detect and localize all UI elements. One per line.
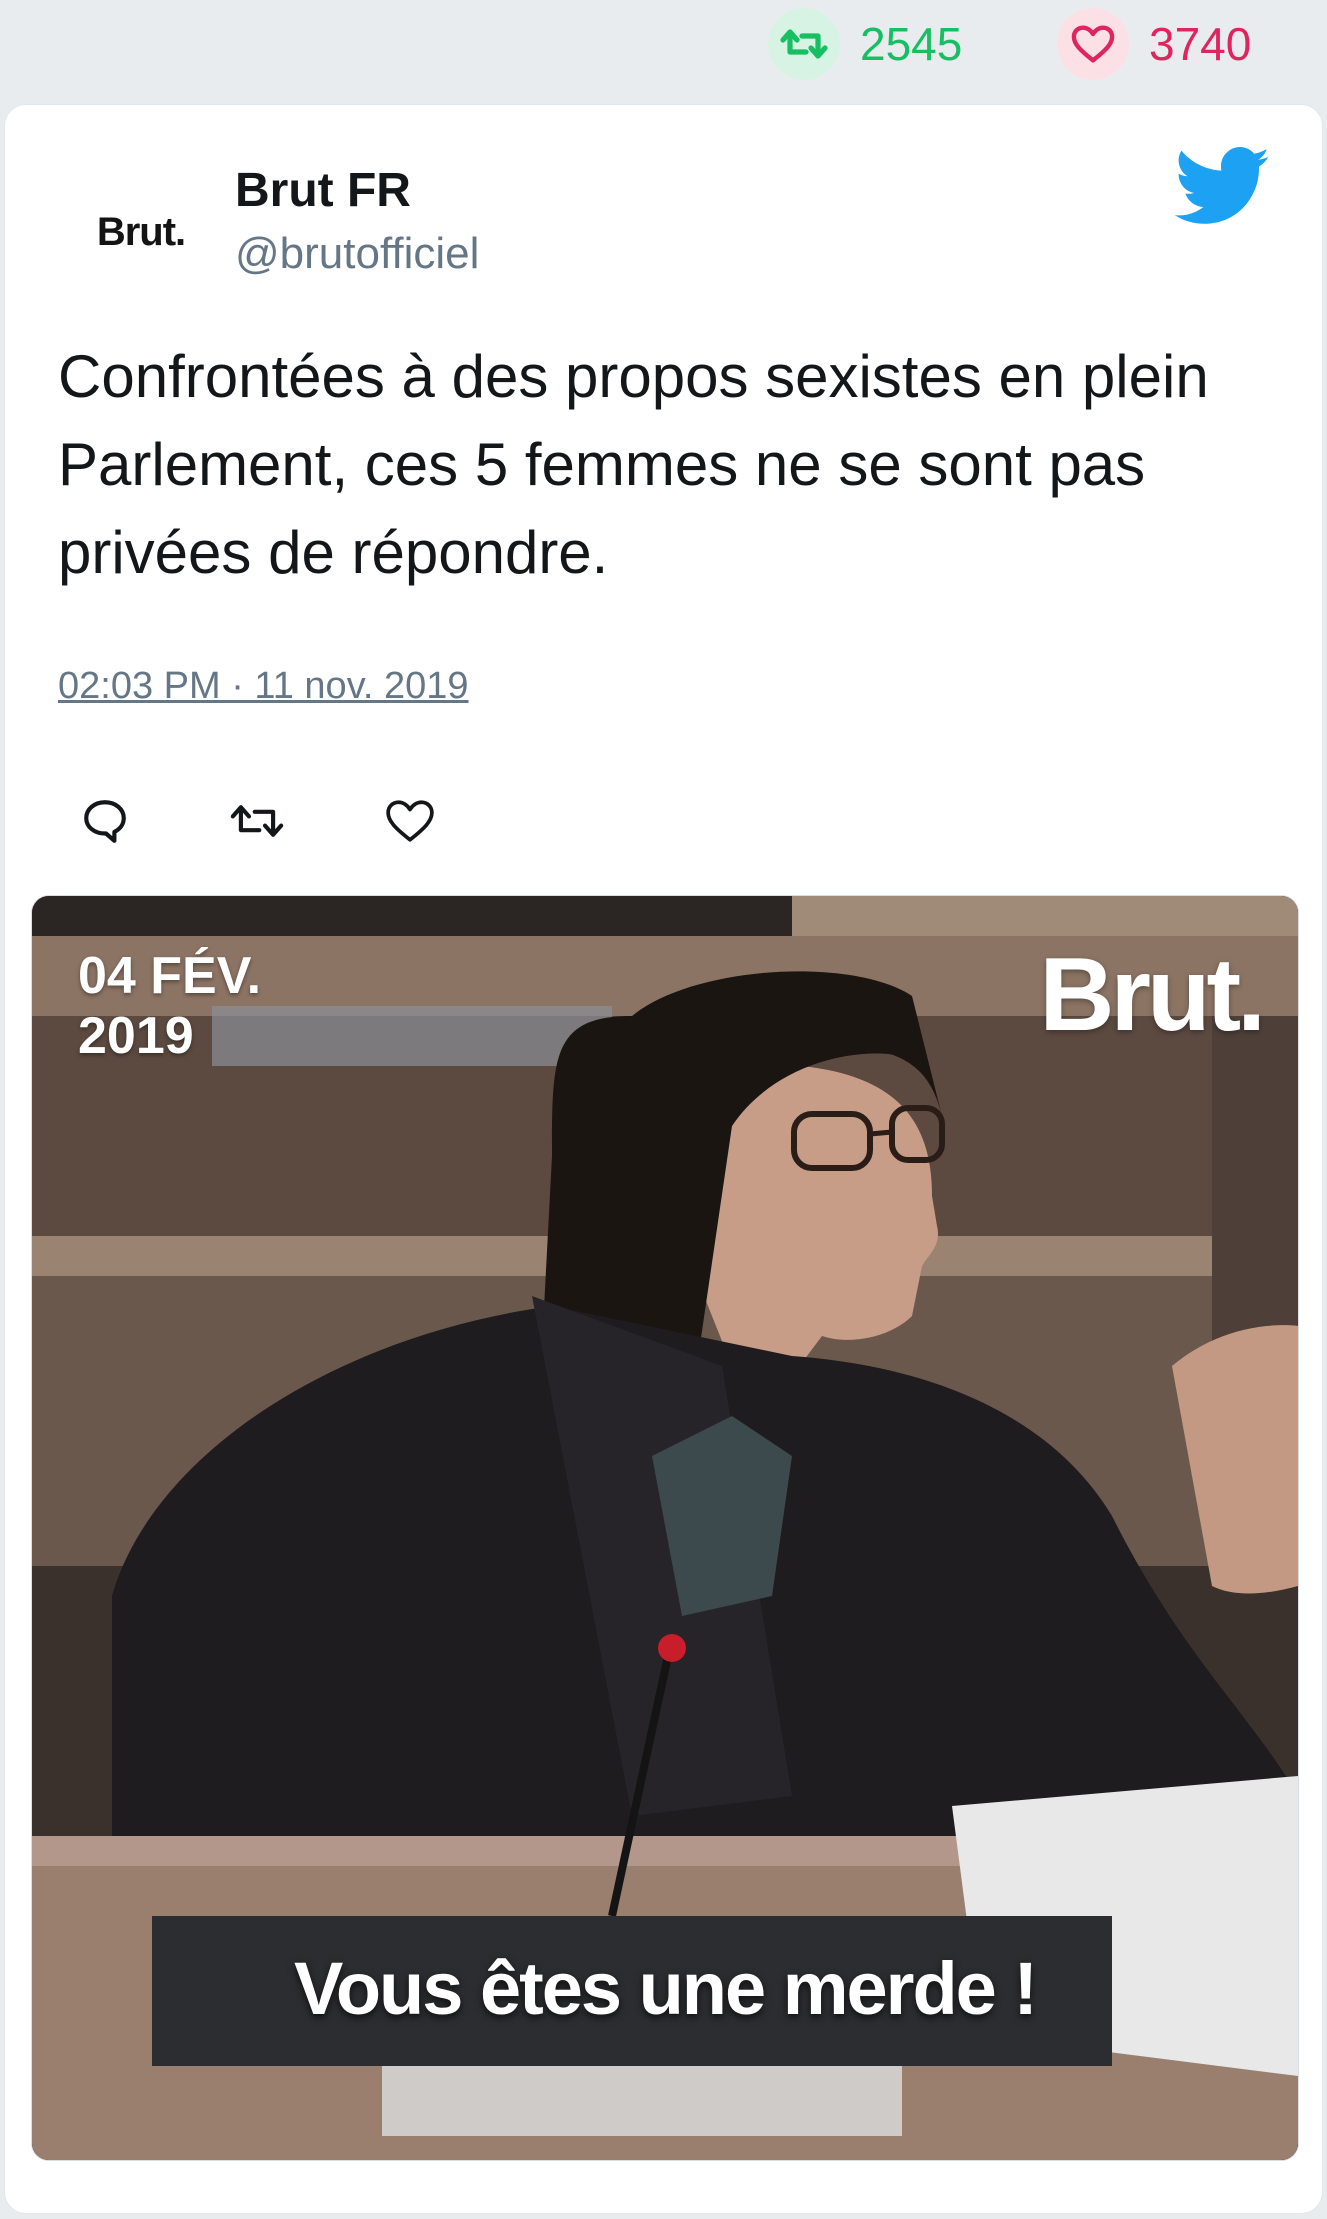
heart-icon	[1057, 8, 1129, 80]
reply-button[interactable]	[75, 791, 135, 851]
avatar[interactable]: Brut.	[61, 167, 221, 297]
like-button[interactable]	[380, 791, 440, 851]
tweet-video[interactable]: 04 FÉV. 2019 Brut. Vous êtes une merde !	[31, 895, 1299, 2161]
retweet-stat[interactable]: 2545	[768, 8, 962, 80]
heart-icon	[386, 800, 434, 842]
retweet-button[interactable]	[227, 791, 287, 851]
brut-logo-overlay: Brut.	[1039, 937, 1266, 1053]
reply-icon	[84, 800, 126, 843]
tweet-timestamp[interactable]: 02:03 PM · 11 nov. 2019	[58, 665, 469, 708]
retweet-icon	[230, 805, 284, 837]
like-count: 3740	[1149, 18, 1252, 70]
engagement-stats: 2545 3740	[0, 0, 1327, 90]
video-date-day: 04 FÉV.	[78, 947, 262, 1005]
retweet-count: 2545	[860, 18, 963, 70]
twitter-bird-icon[interactable]	[1175, 147, 1271, 227]
tweet-text: Confrontées à des propos sexistes en ple…	[58, 343, 1209, 586]
display-name[interactable]: Brut FR	[235, 163, 411, 218]
video-date-year: 2019	[78, 1007, 194, 1065]
user-handle[interactable]: @brutofficiel	[235, 229, 479, 279]
tweet-card: Brut. Brut FR @brutofficiel Confrontées …	[4, 104, 1323, 2214]
video-subtitle: Vous êtes une merde !	[293, 1947, 1038, 2030]
like-stat[interactable]: 3740	[1057, 8, 1251, 80]
retweet-icon	[768, 8, 840, 80]
video-date-overlay: 04 FÉV. 2019	[78, 946, 261, 1066]
